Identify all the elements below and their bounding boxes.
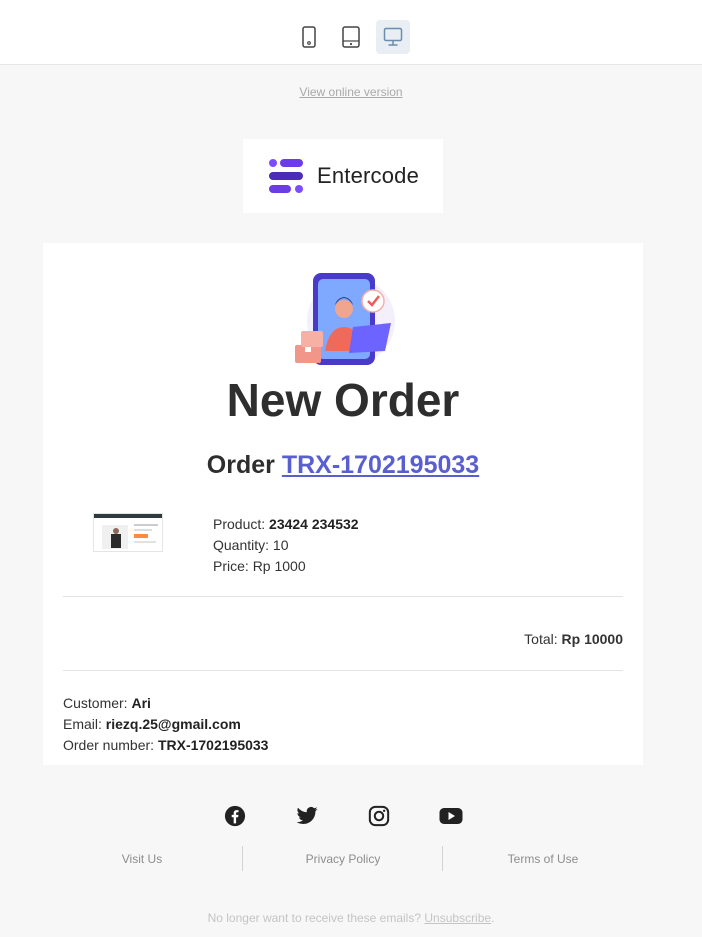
quantity-line: Quantity: 10 xyxy=(213,537,289,553)
youtube-icon[interactable] xyxy=(439,804,463,828)
order-heading: Order TRX-1702195033 xyxy=(43,451,643,480)
entercode-logo-icon xyxy=(268,159,303,193)
product-line: Product: 23424 234532 xyxy=(213,516,359,532)
mobile-preview-button[interactable] xyxy=(292,20,326,54)
customer-order-line: Order number: TRX-1702195033 xyxy=(63,737,269,753)
product-thumbnail xyxy=(93,513,163,552)
tablet-icon xyxy=(342,26,360,48)
unsubscribe-text: No longer want to receive these emails? xyxy=(207,911,422,925)
product-details: Product: 23424 234532 Quantity: 10 Price… xyxy=(213,514,359,577)
order-total: Total: Rp 10000 xyxy=(524,631,623,647)
unsubscribe-link[interactable]: Unsubscribe xyxy=(424,911,491,925)
customer-name: Ari xyxy=(131,695,151,711)
product-value: 23424 234532 xyxy=(269,516,359,532)
page-title: New Order xyxy=(226,374,460,426)
footer-link-terms[interactable]: Terms of Use xyxy=(443,852,643,866)
total-value: Rp 10000 xyxy=(561,631,623,647)
customer-name-line: Customer: Ari xyxy=(63,695,151,711)
logo-text: Entercode xyxy=(316,163,420,188)
tablet-preview-button[interactable] xyxy=(334,20,368,54)
logo-box: Entercode xyxy=(243,139,443,213)
facebook-icon[interactable] xyxy=(223,804,247,828)
desktop-icon xyxy=(383,27,403,46)
unsubscribe-line: No longer want to receive these emails? … xyxy=(0,911,702,925)
order-number-link[interactable]: TRX-1702195033 xyxy=(282,451,479,479)
mobile-icon xyxy=(302,26,316,48)
customer-email-line: Email: riezq.25@gmail.com xyxy=(63,716,241,732)
footer-link-visit-us[interactable]: Visit Us xyxy=(42,852,242,866)
price-value: Rp 1000 xyxy=(252,558,306,574)
instagram-icon[interactable] xyxy=(367,804,391,828)
preview-toolbar xyxy=(0,0,702,65)
desktop-preview-button[interactable] xyxy=(376,20,410,54)
quantity-value: 10 xyxy=(272,537,289,553)
order-illustration xyxy=(295,273,395,365)
unsubscribe-suffix: . xyxy=(491,911,495,925)
twitter-icon[interactable] xyxy=(295,804,319,828)
order-card: New Order Order TRX-1702195033 Product: … xyxy=(43,243,643,765)
divider-bottom xyxy=(63,670,623,671)
order-heading-prefix: Order xyxy=(206,451,275,479)
customer-info: Customer: Ari Email: riezq.25@gmail.com … xyxy=(63,693,268,756)
divider-top xyxy=(63,596,623,597)
footer-link-privacy-policy[interactable]: Privacy Policy xyxy=(243,852,443,866)
price-line: Price: Rp 1000 xyxy=(213,558,306,574)
customer-email: riezq.25@gmail.com xyxy=(105,716,241,732)
customer-order-number: TRX-1702195033 xyxy=(157,737,269,753)
view-online-link[interactable]: View online version xyxy=(0,85,702,99)
